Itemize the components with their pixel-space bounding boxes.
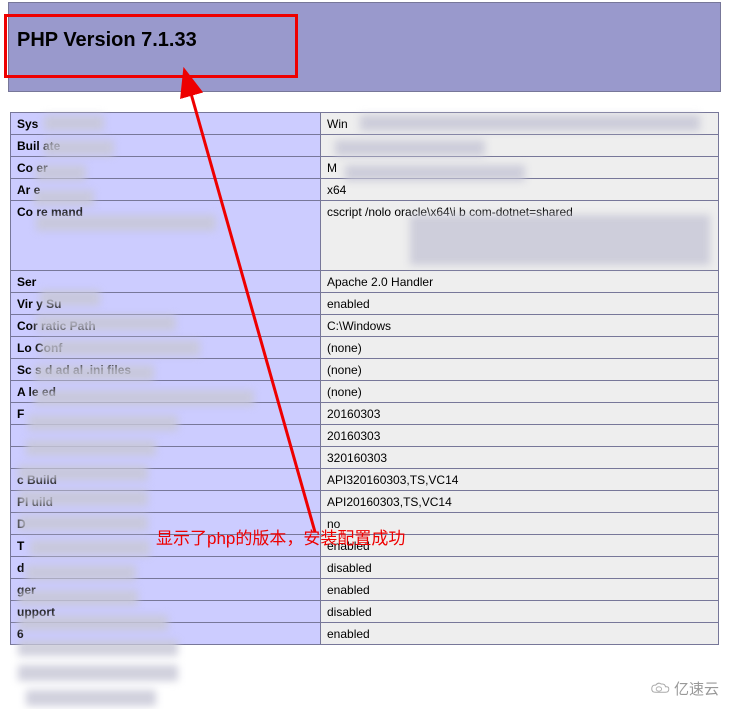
table-row: 320160303	[11, 447, 719, 469]
table-row: SysWin	[11, 113, 719, 135]
config-value: C:\Windows	[321, 315, 719, 337]
table-row: upportdisabled	[11, 601, 719, 623]
config-key: c Build	[11, 469, 321, 491]
phpinfo-table: SysWinBuil ateCo erMAr ex64Co re mandcsc…	[10, 112, 719, 645]
table-row: 20160303	[11, 425, 719, 447]
config-key: Buil ate	[11, 135, 321, 157]
table-row: Sc s d ad al .ini files(none)	[11, 359, 719, 381]
config-key: Sc s d ad al .ini files	[11, 359, 321, 381]
config-value: cscript /nolo oracle\x64\i b com-dotnet=…	[321, 201, 719, 271]
config-key: F	[11, 403, 321, 425]
config-key: T	[11, 535, 321, 557]
table-row: Ar ex64	[11, 179, 719, 201]
config-value: enabled	[321, 579, 719, 601]
config-key: d	[11, 557, 321, 579]
config-value: 20160303	[321, 425, 719, 447]
config-key: A le ed	[11, 381, 321, 403]
config-key: PI uild	[11, 491, 321, 513]
config-key: Sys	[11, 113, 321, 135]
config-key: Ar e	[11, 179, 321, 201]
config-value	[321, 135, 719, 157]
table-row: ddisabled	[11, 557, 719, 579]
table-row: SerApache 2.0 Handler	[11, 271, 719, 293]
config-key: D	[11, 513, 321, 535]
config-key: Cor ratic Path	[11, 315, 321, 337]
table-row: F20160303	[11, 403, 719, 425]
php-version-title: PHP Version 7.1.33	[17, 29, 197, 52]
table-row: gerenabled	[11, 579, 719, 601]
config-value: API20160303,TS,VC14	[321, 491, 719, 513]
config-key: upport	[11, 601, 321, 623]
config-key: 6	[11, 623, 321, 645]
redaction	[26, 690, 156, 706]
table-row: Cor ratic PathC:\Windows	[11, 315, 719, 337]
config-value: (none)	[321, 337, 719, 359]
phpinfo-header: PHP Version 7.1.33	[8, 2, 721, 92]
config-value: Win	[321, 113, 719, 135]
config-value: disabled	[321, 557, 719, 579]
config-key	[11, 447, 321, 469]
config-value: no	[321, 513, 719, 535]
config-value: disabled	[321, 601, 719, 623]
config-value: enabled	[321, 623, 719, 645]
table-row: 6enabled	[11, 623, 719, 645]
config-value: 320160303	[321, 447, 719, 469]
watermark-text: 亿速云	[674, 678, 719, 699]
table-row: Buil ate	[11, 135, 719, 157]
config-key: Lo Conf	[11, 337, 321, 359]
table-row: Dno	[11, 513, 719, 535]
config-value: x64	[321, 179, 719, 201]
watermark: 亿速云	[649, 678, 719, 699]
config-value: 20160303	[321, 403, 719, 425]
config-key: Vir y Su	[11, 293, 321, 315]
table-row: Tenabled	[11, 535, 719, 557]
config-key: Co er	[11, 157, 321, 179]
config-value: M	[321, 157, 719, 179]
config-value: enabled	[321, 535, 719, 557]
config-key: ger	[11, 579, 321, 601]
config-value: (none)	[321, 359, 719, 381]
config-value: enabled	[321, 293, 719, 315]
cloud-icon	[649, 681, 671, 697]
config-value: API320160303,TS,VC14	[321, 469, 719, 491]
config-key: Ser	[11, 271, 321, 293]
table-row: PI uildAPI20160303,TS,VC14	[11, 491, 719, 513]
config-key: Co re mand	[11, 201, 321, 271]
table-row: Vir y Suenabled	[11, 293, 719, 315]
config-value: (none)	[321, 381, 719, 403]
table-row: Co erM	[11, 157, 719, 179]
config-key	[11, 425, 321, 447]
config-value: Apache 2.0 Handler	[321, 271, 719, 293]
table-row: A le ed(none)	[11, 381, 719, 403]
redaction	[18, 665, 178, 681]
table-row: c BuildAPI320160303,TS,VC14	[11, 469, 719, 491]
table-row: Co re mandcscript /nolo oracle\x64\i b c…	[11, 201, 719, 271]
table-row: Lo Conf(none)	[11, 337, 719, 359]
